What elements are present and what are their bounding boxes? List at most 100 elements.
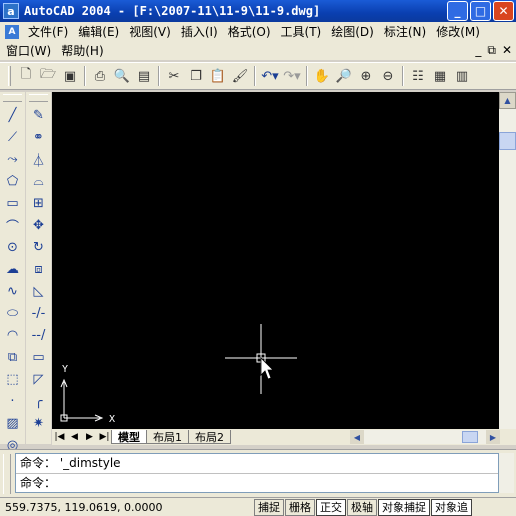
spline-icon[interactable]: ∿ <box>0 280 25 302</box>
grid-toggle[interactable]: 栅格 <box>285 498 315 516</box>
menu-modify[interactable]: 修改(M) <box>431 23 485 40</box>
stretch-icon[interactable]: ◺ <box>26 280 51 302</box>
line-icon[interactable]: ╱ <box>0 104 25 126</box>
horizontal-scrollbar[interactable]: ◀ ▶ <box>350 430 500 444</box>
offset-icon[interactable]: ⌓ <box>26 170 51 192</box>
zoom-previous-icon[interactable]: ⊖ <box>377 65 399 87</box>
design-center-icon[interactable]: ▦ <box>429 65 451 87</box>
print-icon[interactable]: ⎙ <box>89 65 111 87</box>
scroll-left-button[interactable]: ◀ <box>350 430 364 444</box>
tab-first-button[interactable]: |◀ <box>52 430 67 444</box>
tab-layout2[interactable]: 布局2 <box>188 430 231 444</box>
vertical-scrollbar[interactable]: ▲ <box>499 92 516 429</box>
polyline-icon[interactable]: ⤳ <box>0 148 25 170</box>
match-properties-icon[interactable]: 🖌 <box>229 65 251 87</box>
tab-last-button[interactable]: ▶| <box>97 430 112 444</box>
open-icon[interactable]: 🗁 <box>37 65 59 87</box>
erase-icon[interactable]: ✎ <box>26 104 51 126</box>
ellipse-arc-icon[interactable]: ◠ <box>0 324 25 346</box>
ucs-icon <box>60 378 104 422</box>
menu-draw[interactable]: 绘图(D) <box>326 23 379 40</box>
chamfer-icon[interactable]: ◸ <box>26 368 51 390</box>
save-icon[interactable]: ▣ <box>59 65 81 87</box>
draw-toolbar: ╱ ⟋ ⤳ ⬠ ▭ ⌒ ⊙ ☁ ∿ ⬭ ◠ ⧉ ⬚ · ▨ ◎ <box>0 92 25 453</box>
ellipse-icon[interactable]: ⬭ <box>0 302 25 324</box>
pan-icon[interactable]: ✋ <box>311 65 333 87</box>
command-area[interactable]: 命令： '_dimstyle 命令： <box>15 453 499 493</box>
explode-icon[interactable]: ✷ <box>26 412 51 434</box>
menu-tools[interactable]: 工具(T) <box>276 23 327 40</box>
trim-icon[interactable]: -/- <box>26 302 51 324</box>
new-icon[interactable]: 🗋 <box>15 65 37 87</box>
menu-edit[interactable]: 编辑(E) <box>73 23 124 40</box>
break-icon[interactable]: ▭ <box>26 346 51 368</box>
toolbar-grip[interactable] <box>8 66 11 86</box>
rectangle-icon[interactable]: ▭ <box>0 192 25 214</box>
document-icon[interactable]: A <box>5 24 19 39</box>
move-icon[interactable]: ✥ <box>26 214 51 236</box>
circle-icon[interactable]: ⊙ <box>0 236 25 258</box>
osnap-toggle[interactable]: 对象捕捉 <box>378 498 430 516</box>
print-preview-icon[interactable]: 🔍 <box>111 65 133 87</box>
drawing-area[interactable]: Y X <box>52 92 499 429</box>
zoom-window-icon[interactable]: ⊕ <box>355 65 377 87</box>
insert-block-icon[interactable]: ⧉ <box>0 346 25 368</box>
horizontal-scroll-thumb[interactable] <box>462 431 478 443</box>
menu-file[interactable]: 文件(F) <box>23 23 73 40</box>
scroll-right-button[interactable]: ▶ <box>486 430 500 444</box>
menu-window[interactable]: 窗口(W) <box>0 42 56 59</box>
autocad-icon[interactable]: a <box>3 3 19 19</box>
copy-object-icon[interactable]: ⚭ <box>26 126 51 148</box>
close-button[interactable]: ✕ <box>493 1 514 21</box>
construction-line-icon[interactable]: ⟋ <box>0 126 25 148</box>
tab-prev-button[interactable]: ◀ <box>67 430 82 444</box>
menu-view[interactable]: 视图(V) <box>124 23 176 40</box>
menu-dimension[interactable]: 标注(N) <box>379 23 431 40</box>
publish-icon[interactable]: ▤ <box>133 65 155 87</box>
scale-icon[interactable]: ⧈ <box>26 258 51 280</box>
copy-icon[interactable]: ❐ <box>185 65 207 87</box>
array-icon[interactable]: ⊞ <box>26 192 51 214</box>
point-icon[interactable]: · <box>0 390 25 412</box>
make-block-icon[interactable]: ⬚ <box>0 368 25 390</box>
menu-format[interactable]: 格式(O) <box>223 23 276 40</box>
doc-restore-button[interactable]: ⧉ <box>487 43 496 58</box>
window-title: AutoCAD 2004 - [F:\2007-11\11-9\11-9.dwg… <box>24 4 321 18</box>
minimize-button[interactable]: _ <box>447 1 468 21</box>
mirror-icon[interactable]: ⏃ <box>26 148 51 170</box>
menu-insert[interactable]: 插入(I) <box>176 23 223 40</box>
redo-icon[interactable]: ↷▾ <box>281 65 303 87</box>
tab-layout1[interactable]: 布局1 <box>146 430 189 444</box>
undo-icon[interactable]: ↶▾ <box>259 65 281 87</box>
command-input[interactable]: 命令： <box>16 473 498 492</box>
command-scrollbar[interactable] <box>499 453 514 493</box>
cut-icon[interactable]: ✂ <box>163 65 185 87</box>
revision-cloud-icon[interactable]: ☁ <box>0 258 25 280</box>
fillet-icon[interactable]: ╭ <box>26 390 51 412</box>
paste-icon[interactable]: 📋 <box>207 65 229 87</box>
scroll-up-button[interactable]: ▲ <box>499 92 516 109</box>
tab-next-button[interactable]: ▶ <box>82 430 97 444</box>
properties-icon[interactable]: ☷ <box>407 65 429 87</box>
vertical-scroll-thumb[interactable] <box>499 132 516 150</box>
zoom-realtime-icon[interactable]: 🔎 <box>333 65 355 87</box>
command-window-grip[interactable] <box>3 454 11 494</box>
doc-close-button[interactable]: ✕ <box>502 43 512 58</box>
title-bar: a AutoCAD 2004 - [F:\2007-11\11-9\11-9.d… <box>0 0 516 22</box>
coordinate-display[interactable]: 559.7375, 119.0619, 0.0000 <box>0 501 254 514</box>
tab-model[interactable]: 模型 <box>111 430 147 444</box>
doc-minimize-button[interactable]: _ <box>475 43 481 58</box>
hatch-icon[interactable]: ▨ <box>0 412 25 434</box>
arc-icon[interactable]: ⌒ <box>0 214 25 236</box>
polar-toggle[interactable]: 极轴 <box>347 498 377 516</box>
tool-palettes-icon[interactable]: ▥ <box>451 65 473 87</box>
snap-toggle[interactable]: 捕捉 <box>254 498 284 516</box>
polygon-icon[interactable]: ⬠ <box>0 170 25 192</box>
menu-help[interactable]: 帮助(H) <box>56 42 108 59</box>
rotate-icon[interactable]: ↻ <box>26 236 51 258</box>
extend-icon[interactable]: --/ <box>26 324 51 346</box>
maximize-button[interactable]: □ <box>470 1 491 21</box>
ortho-toggle[interactable]: 正交 <box>316 498 346 516</box>
menu-bar-secondary: 窗口(W) 帮助(H) _ ⧉ ✕ <box>0 41 516 60</box>
otrack-toggle[interactable]: 对象追 <box>431 498 472 516</box>
